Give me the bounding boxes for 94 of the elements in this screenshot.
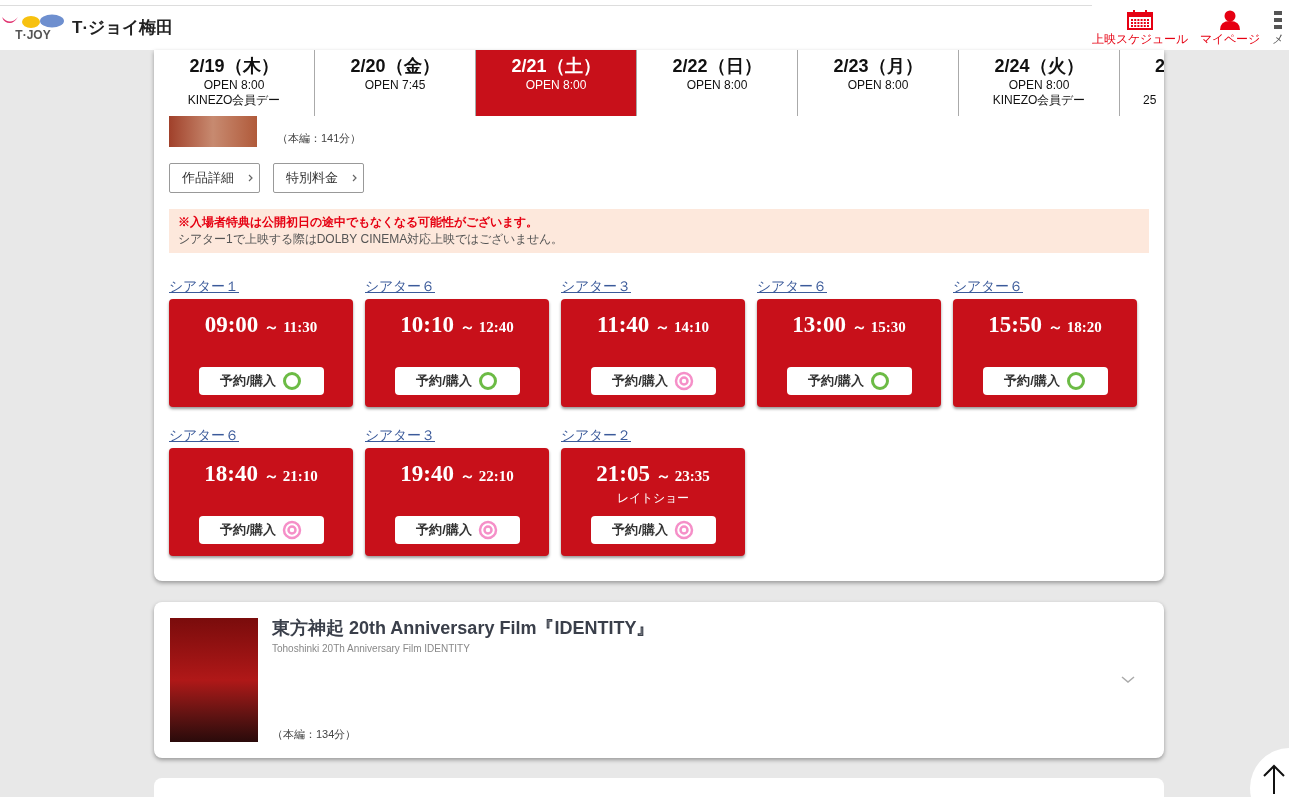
date-note: KINEZO会員デー: [992, 93, 1086, 108]
date-label: 2/24（火）: [994, 55, 1084, 78]
date-tab[interactable]: 2/19（木） OPEN 8:00 KINEZO会員デー: [154, 50, 315, 116]
start-time: 11:40: [596, 311, 650, 339]
showtime-card[interactable]: 21:05 ～ 23:35 レイトショー 予約/購入: [561, 448, 745, 556]
date-tab[interactable]: 2 25: [1120, 50, 1164, 116]
start-time: 15:50: [988, 311, 1042, 339]
date-label: 2/21（土）: [511, 55, 601, 78]
end-time: ～ 22:10: [459, 467, 514, 486]
double-circle-icon: [281, 520, 302, 540]
reserve-button[interactable]: 予約/購入: [198, 516, 324, 544]
chevron-right-icon: [352, 174, 357, 182]
double-circle-icon: [673, 371, 694, 391]
film-subtitle: Tohoshinki 20Th Anniversary Film IDENTITY: [272, 642, 471, 656]
end-time: ～ 15:30: [851, 318, 906, 337]
runtime: （本編：134分）: [272, 726, 358, 742]
menu-icon: [1274, 10, 1282, 30]
warning-text: ※入場者特典は公開初日の途中でもなくなる可能性がございます。: [178, 214, 539, 231]
circle-icon: [281, 371, 302, 391]
reserve-button[interactable]: 予約/購入: [394, 516, 520, 544]
calendar-icon: [1127, 10, 1153, 30]
nav-link[interactable]: メ: [1272, 10, 1284, 46]
reserve-button[interactable]: 予約/購入: [590, 516, 716, 544]
date-label: 2/22（日）: [672, 55, 762, 78]
showtime-card[interactable]: 11:40 ～ 14:10 予約/購入: [561, 299, 745, 407]
showtime-card[interactable]: 18:40 ～ 21:10 予約/購入: [169, 448, 353, 556]
chevron-icon: [1121, 676, 1135, 684]
arrow-up-icon: [1262, 764, 1286, 794]
end-time: ～ 12:40: [459, 318, 514, 337]
end-time: ～ 11:30: [264, 318, 318, 337]
double-circle-icon: [673, 520, 694, 540]
late-show-label: レイトショー: [617, 490, 689, 506]
end-time: ～ 14:10: [655, 318, 710, 337]
reserve-button[interactable]: 予約/購入: [590, 367, 716, 395]
showtime-card[interactable]: 10:10 ～ 12:40 予約/購入: [365, 299, 549, 407]
site-name[interactable]: T·ジョイ梅田: [72, 15, 174, 41]
nav-link[interactable]: 上映スケジュール: [1092, 10, 1188, 46]
open-time: OPEN 8:00: [686, 78, 748, 93]
open-time: OPEN 8:00: [847, 78, 909, 93]
date-label: 2/20（金）: [350, 55, 440, 78]
theater-link[interactable]: シアター６: [365, 278, 435, 295]
start-time: 13:00: [792, 311, 846, 339]
showtime-card[interactable]: 19:40 ～ 22:10 予約/購入: [365, 448, 549, 556]
reserve-button[interactable]: 予約/購入: [786, 367, 912, 395]
start-time: 18:40: [204, 460, 258, 488]
date-note: KINEZO会員デー: [187, 93, 281, 108]
start-time: 09:00: [204, 311, 259, 339]
circle-icon: [1065, 371, 1086, 391]
reserve-button[interactable]: 予約/購入: [198, 367, 324, 395]
theater-link[interactable]: シアター６: [169, 427, 239, 444]
theater-link[interactable]: シアター３: [365, 427, 435, 444]
end-time: ～ 21:10: [263, 467, 318, 486]
date-note: 25: [1143, 93, 1157, 108]
double-circle-icon: [477, 520, 498, 540]
date-label: 2: [1155, 55, 1164, 78]
end-time: ～ 23:35: [655, 467, 710, 486]
start-time: 21:05: [596, 460, 650, 488]
logo[interactable]: T·JOY: [2, 14, 64, 42]
start-time: 10:10: [400, 311, 454, 339]
showtime-card[interactable]: 13:00 ～ 15:30 予約/購入: [757, 299, 941, 407]
reserve-button[interactable]: 予約/購入: [394, 367, 520, 395]
showtime-card[interactable]: 09:00 ～ 11:30 予約/購入: [169, 299, 353, 407]
chevron-right-icon: [248, 174, 253, 182]
detail-button[interactable]: 特別料金: [273, 163, 364, 193]
detail-button[interactable]: 作品詳細: [169, 163, 260, 193]
runtime: （本編：141分）: [277, 130, 362, 146]
date-tab[interactable]: 2/24（火） OPEN 8:00 KINEZO会員デー: [959, 50, 1120, 116]
logo-mark: T·JOY: [15, 28, 51, 42]
date-tab[interactable]: 2/21（土） OPEN 8:00: [476, 50, 637, 116]
start-time: 19:40: [400, 460, 454, 488]
date-tab[interactable]: 2/20（金） OPEN 7:45: [315, 50, 476, 116]
circle-icon: [869, 371, 890, 391]
nav-link[interactable]: マイページ: [1200, 10, 1260, 46]
date-label: 2/23（月）: [833, 55, 923, 78]
open-time: OPEN 8:00: [203, 78, 265, 93]
date-label: 2/19（木）: [189, 55, 279, 78]
circle-icon: [477, 371, 498, 391]
person-icon: [1219, 10, 1241, 30]
theater-link[interactable]: シアター２: [561, 427, 631, 444]
open-time: OPEN 8:00: [1008, 78, 1070, 93]
film-title[interactable]: 東方神起 20th Anniversary Film『IDENTITY』: [272, 618, 1106, 638]
reserve-button[interactable]: 予約/購入: [982, 367, 1108, 395]
theater-link[interactable]: シアター６: [757, 278, 827, 295]
theater-link[interactable]: シアター１: [169, 278, 239, 295]
end-time: ～ 18:20: [1047, 318, 1102, 337]
showtime-card[interactable]: 15:50 ～ 18:20 予約/購入: [953, 299, 1137, 407]
open-time: OPEN 7:45: [364, 78, 426, 93]
logo-shapes-icon: [2, 14, 64, 28]
date-tab[interactable]: 2/22（日） OPEN 8:00: [637, 50, 798, 116]
notice-text: シアター1で上映する際はDOLBY CINEMA対応上映ではございません。: [178, 231, 565, 248]
open-time: OPEN 8:00: [525, 78, 587, 93]
date-tab[interactable]: 2/23（月） OPEN 8:00: [798, 50, 959, 116]
theater-link[interactable]: シアター６: [953, 278, 1023, 295]
theater-link[interactable]: シアター３: [561, 278, 631, 295]
